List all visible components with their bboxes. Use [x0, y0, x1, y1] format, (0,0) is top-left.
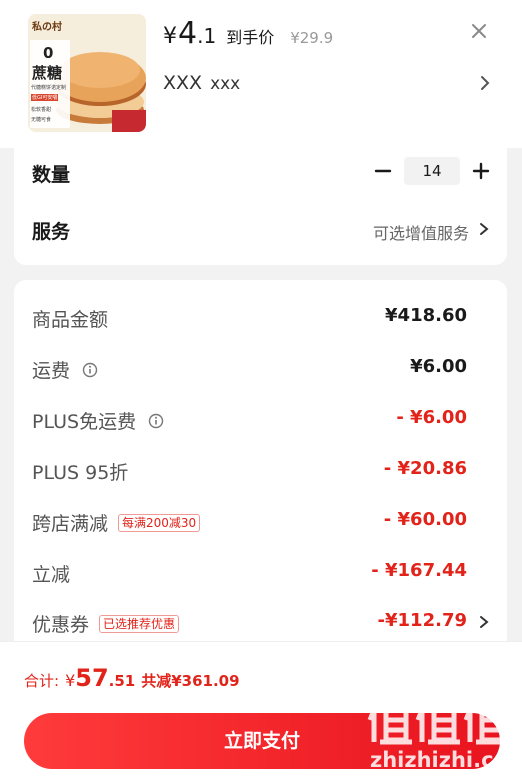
quantity-input[interactable]: 14: [404, 157, 460, 185]
service-label: 服务: [32, 221, 71, 243]
breakdown-row-coupon[interactable]: 优惠券 已选推荐优惠 -¥112.79: [14, 602, 507, 642]
breakdown-row-cross-store: 跨店满减 每满200减30 - ¥60.00: [14, 501, 507, 541]
spec-sub: xxx: [210, 74, 241, 94]
thumbnail-zero: 0: [43, 44, 54, 62]
breakdown-label: PLUS 95折: [32, 462, 129, 484]
total-integer: 57: [75, 664, 109, 692]
breakdown-label: 优惠券: [32, 614, 90, 636]
thumbnail-brand: 私の村: [32, 22, 62, 33]
breakdown-label: 跨店满减: [32, 513, 109, 535]
close-icon[interactable]: [468, 20, 490, 42]
chevron-right-icon[interactable]: [478, 74, 492, 92]
price-integer: 4: [178, 16, 198, 51]
price-breakdown: 商品金额 ¥418.60 运费 ¥6.00 PLUS免运费 - ¥6.00 PL…: [14, 280, 507, 650]
quantity-label: 数量: [32, 164, 71, 186]
thumbnail-title: 蔗糖: [32, 64, 63, 82]
breakdown-value: -¥112.79: [377, 610, 467, 631]
breakdown-row-instant: 立减 - ¥167.44: [14, 552, 507, 592]
breakdown-value: ¥418.60: [385, 305, 467, 326]
breakdown-value: ¥6.00: [410, 356, 467, 377]
plus-icon[interactable]: [472, 162, 490, 180]
breakdown-row-goods: 商品金额 ¥418.60: [14, 297, 507, 337]
breakdown-label: PLUS免运费: [32, 411, 137, 433]
breakdown-value: - ¥20.86: [383, 458, 467, 479]
service-value[interactable]: 可选增值服务: [373, 220, 469, 244]
breakdown-row-plus-shipping: PLUS免运费 - ¥6.00: [14, 399, 507, 439]
total-savings: 共减¥361.09: [141, 672, 240, 690]
thumbnail-line4: 无糖可食: [31, 117, 52, 123]
thumbnail-line2: 低GI可安嚼: [31, 94, 59, 101]
price-symbol: ¥: [163, 24, 177, 49]
promo-tag: 每满200减30: [118, 513, 201, 532]
breakdown-value: - ¥60.00: [383, 509, 467, 530]
product-price: ¥ 4 .1 到手价 ¥29.9: [163, 16, 333, 51]
breakdown-label: 运费: [32, 360, 71, 382]
price-decimal: .1: [197, 24, 217, 48]
coupon-tag: 已选推荐优惠: [99, 614, 180, 633]
breakdown-row-shipping: 运费 ¥6.00: [14, 348, 507, 388]
total-label: 合计:: [24, 672, 60, 690]
spec-main: XXX: [163, 72, 203, 94]
original-price: ¥29.9: [290, 29, 334, 47]
chevron-right-icon[interactable]: [478, 614, 490, 630]
chevron-right-icon[interactable]: [478, 221, 490, 237]
price-tag: 到手价: [226, 28, 275, 47]
thumbnail-line3: 松软香甜: [31, 107, 52, 113]
total-decimal: .51: [108, 672, 136, 690]
breakdown-value: - ¥6.00: [396, 407, 467, 428]
breakdown-label: 立减: [32, 564, 71, 586]
thumbnail-line1: 代糖糕饼诺定制: [31, 85, 67, 91]
product-spec[interactable]: XXX xxx: [163, 72, 240, 94]
product-summary: 私の村 0 蔗糖 代糖糕饼诺定制 低GI可安嚼 松软香甜 无糖可食 ¥ 4 .1…: [0, 0, 522, 148]
breakdown-value: - ¥167.44: [371, 560, 467, 581]
minus-icon[interactable]: [374, 162, 392, 180]
watermark-text: zhizhizhi.com: [370, 748, 522, 772]
product-thumbnail: 私の村 0 蔗糖 代糖糕饼诺定制 低GI可安嚼 松软香甜 无糖可食: [28, 14, 146, 132]
info-icon[interactable]: [82, 362, 98, 378]
breakdown-row-plus-discount: PLUS 95折 - ¥20.86: [14, 450, 507, 490]
info-icon[interactable]: [148, 413, 164, 429]
options-card: 数量 14 服务 可选增值服务: [14, 148, 507, 265]
total-symbol: ¥: [65, 671, 76, 690]
order-total: 合计: ¥ 57 .51 共减¥361.09: [24, 664, 240, 692]
breakdown-label: 商品金额: [32, 309, 109, 331]
